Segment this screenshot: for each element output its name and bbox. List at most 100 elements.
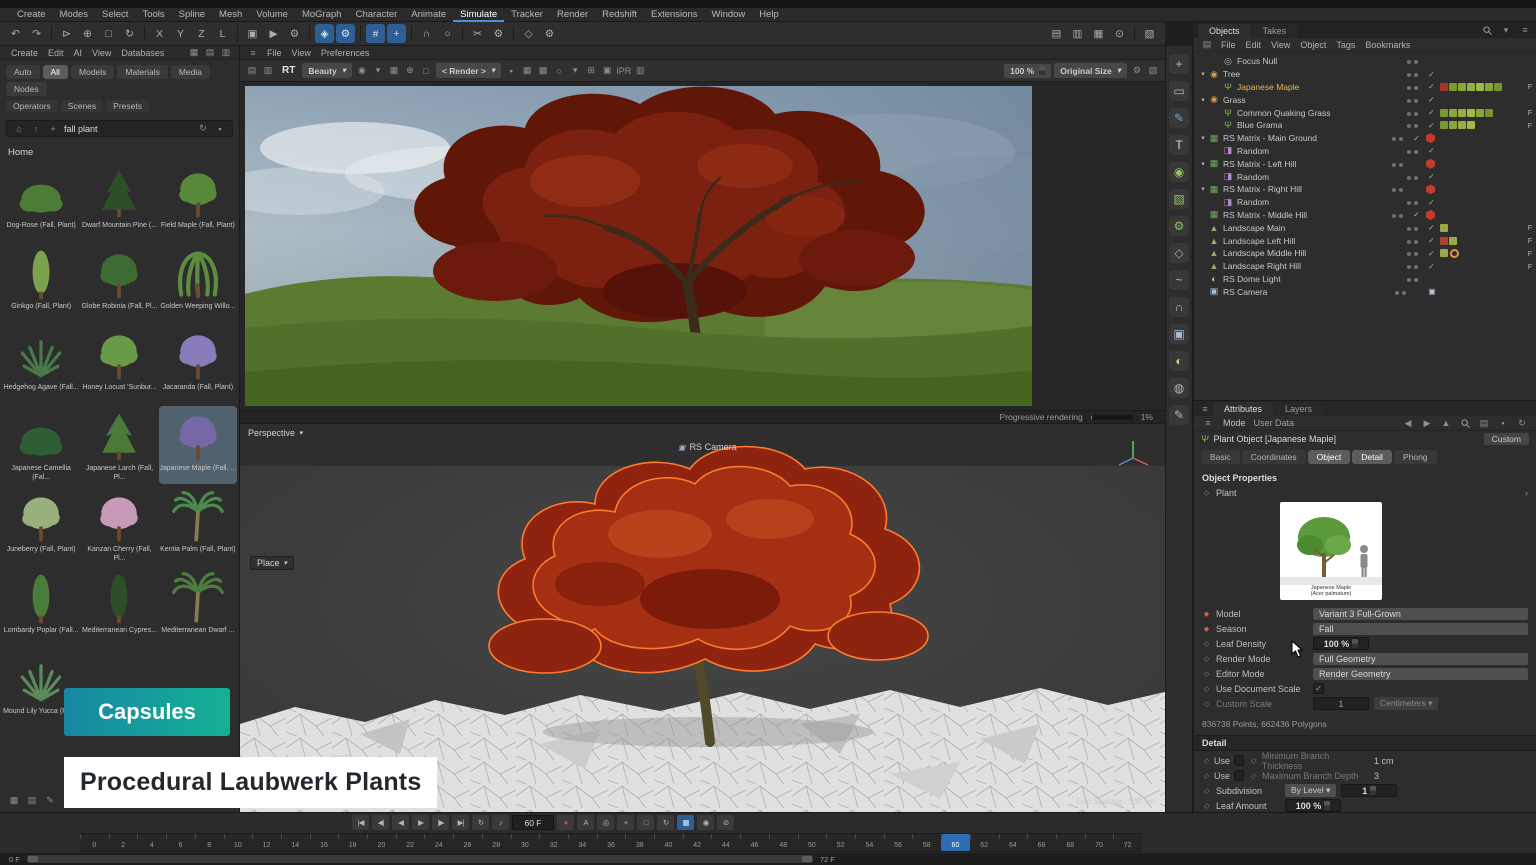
timeline-tick-18[interactable]: 18 <box>338 834 367 851</box>
enabled-check-icon[interactable]: ✓ <box>1425 146 1438 155</box>
key-interp-button[interactable]: ◉ <box>697 815 714 830</box>
enabled-check-icon[interactable]: ✓ <box>1425 121 1438 130</box>
asset-item[interactable]: Lombardy Poplar (Fall... <box>2 568 80 646</box>
timeline-tick-50[interactable]: 50 <box>798 834 827 851</box>
value-input[interactable]: 1 <box>1313 697 1369 710</box>
visibility-dots-icon[interactable] <box>1407 197 1425 207</box>
field-tag[interactable]: F <box>1524 249 1536 258</box>
material-swatch[interactable] <box>1449 237 1457 245</box>
object-row[interactable]: ΨCommon Quaking Grass✓F <box>1194 106 1536 119</box>
lock-icon[interactable]: ▪ <box>1496 417 1510 429</box>
record-pla-button[interactable]: ▦ <box>677 815 694 830</box>
viewport-camera-label[interactable]: ▣RS Camera <box>678 442 737 452</box>
anim-diamond-icon[interactable]: ◇ <box>1202 640 1211 648</box>
value-dropdown[interactable]: Fall <box>1313 623 1528 635</box>
expand-arrow-icon[interactable]: › <box>1525 488 1528 498</box>
attr-tab-coordinates[interactable]: Coordinates <box>1242 450 1306 464</box>
material-swatch[interactable] <box>1458 83 1466 91</box>
asset-item[interactable]: Dog-Rose (Fall, Plant) <box>2 163 80 241</box>
rotate-tool-icon[interactable]: ↻ <box>120 24 139 43</box>
timeline-tick-32[interactable]: 32 <box>539 834 568 851</box>
object-row[interactable]: ▾◉Tree✓ <box>1194 68 1536 81</box>
record-rotation-button[interactable]: ↻ <box>657 815 674 830</box>
move-tool-icon[interactable]: ⊕ <box>78 24 97 43</box>
gear-icon[interactable]: ⚙ <box>1130 65 1144 77</box>
redshift-tag-icon[interactable] <box>1426 184 1435 194</box>
interface-icon[interactable]: ▧ <box>1140 24 1159 43</box>
object-row[interactable]: ◐RS Dome Light <box>1194 273 1536 286</box>
grid-snap-icon[interactable]: # <box>366 24 385 43</box>
menu-item-window[interactable]: Window <box>705 8 753 22</box>
timeline-tick-64[interactable]: 64 <box>999 834 1028 851</box>
panel-icon[interactable]: ▤ <box>1477 417 1491 429</box>
size-dropdown[interactable]: Original Size▾ <box>1054 63 1127 78</box>
y-axis-lock[interactable]: Y <box>171 24 190 43</box>
timeline-tick-2[interactable]: 2 <box>109 834 138 851</box>
visibility-dots-icon[interactable] <box>1392 210 1410 220</box>
menu-item-render[interactable]: Render <box>550 8 595 22</box>
userdata-menu[interactable]: User Data <box>1254 418 1295 428</box>
enabled-check-icon[interactable]: ✓ <box>1425 108 1438 117</box>
material-swatch[interactable] <box>1494 83 1502 91</box>
visibility-dots-icon[interactable] <box>1407 274 1425 284</box>
visibility-dots-icon[interactable] <box>1407 223 1425 233</box>
asset-item[interactable]: Mediterranean Dwarf ... <box>159 568 237 646</box>
material-swatch[interactable] <box>1449 121 1457 129</box>
asset-item[interactable]: Kentia Palm (Fall, Plant) <box>159 487 237 565</box>
add-icon[interactable]: + <box>46 123 60 135</box>
capsule-tool-icon[interactable]: ◇ <box>519 24 538 43</box>
visibility-dots-icon[interactable] <box>1392 184 1410 194</box>
panel-options-icon[interactable]: ▥ <box>219 47 233 59</box>
grid-icon[interactable]: ▦ <box>387 65 401 77</box>
record-button[interactable]: ● <box>557 815 574 830</box>
rv-menu-file[interactable]: File <box>262 48 287 58</box>
panel-icon[interactable]: ▤ <box>1200 39 1214 51</box>
primitive-cube-icon[interactable]: ▧ <box>1169 189 1189 209</box>
prev-frame-button[interactable]: ◀ <box>392 815 409 830</box>
field-tag[interactable]: F <box>1524 236 1536 245</box>
search-input[interactable] <box>64 124 192 134</box>
menu-item-simulate[interactable]: Simulate <box>453 8 504 22</box>
timeline-tick-44[interactable]: 44 <box>711 834 740 851</box>
tab-layers[interactable]: Layers <box>1274 402 1323 416</box>
timeline-tick-36[interactable]: 36 <box>597 834 626 851</box>
enabled-check-icon[interactable]: ✓ <box>1425 236 1438 245</box>
anim-diamond-icon[interactable]: ◆ <box>1202 610 1211 618</box>
viewport-view-menu[interactable]: Perspective▾ <box>248 428 303 438</box>
pass-dropdown[interactable]: Beauty▾ <box>302 63 352 78</box>
anim-diamond-icon[interactable]: ◆ <box>1202 625 1211 633</box>
anim-diamond-icon[interactable]: ◇ <box>1202 772 1210 780</box>
assets-menu-databases[interactable]: Databases <box>116 48 169 58</box>
obj-menu-object[interactable]: Object <box>1295 40 1331 50</box>
visibility-dots-icon[interactable] <box>1407 236 1425 246</box>
attr-tab-object[interactable]: Object <box>1308 450 1351 464</box>
checkbox[interactable] <box>1234 755 1244 766</box>
material-swatch[interactable] <box>1449 109 1457 117</box>
material-swatch[interactable] <box>1485 83 1493 91</box>
thumb-view-icon[interactable]: ▦ <box>187 47 201 59</box>
sound-button[interactable]: ♪ <box>492 815 509 830</box>
field-tag[interactable]: F <box>1524 82 1536 91</box>
undo-icon[interactable]: ↶ <box>6 24 25 43</box>
timeline-tick-60[interactable]: 60 <box>941 834 970 851</box>
subtab-operators[interactable]: Operators <box>6 100 58 112</box>
anim-diamond-icon[interactable]: ◇ <box>1202 670 1211 678</box>
value-dropdown[interactable]: Full Geometry <box>1313 653 1528 665</box>
search-icon[interactable] <box>1480 24 1494 36</box>
anim-diamond-icon[interactable]: ◇ <box>1202 700 1211 708</box>
asset-item[interactable]: Japanese Larch (Fall, Pl... <box>80 406 158 484</box>
visibility-dots-icon[interactable] <box>1407 146 1425 156</box>
visibility-dots-icon[interactable] <box>1407 95 1425 105</box>
detail-view-icon[interactable]: ▤ <box>203 47 217 59</box>
material-swatch[interactable] <box>1440 249 1448 257</box>
filter-tab-nodes[interactable]: Nodes <box>6 82 47 96</box>
object-row[interactable]: ΨBlue Grama✓F <box>1194 119 1536 132</box>
timeline-ruler[interactable]: 0246810121416182022242628303234363840424… <box>80 833 1142 852</box>
asset-icon[interactable]: ◉ <box>1169 162 1189 182</box>
attr-tab-basic[interactable]: Basic <box>1201 450 1240 464</box>
menu-item-volume[interactable]: Volume <box>249 8 295 22</box>
visibility-dots-icon[interactable] <box>1407 261 1425 271</box>
object-row[interactable]: ▾▦RS Matrix - Main Ground✓ <box>1194 132 1536 145</box>
material-icon[interactable]: ◍ <box>1169 378 1189 398</box>
spinner-icon[interactable] <box>1039 66 1045 75</box>
